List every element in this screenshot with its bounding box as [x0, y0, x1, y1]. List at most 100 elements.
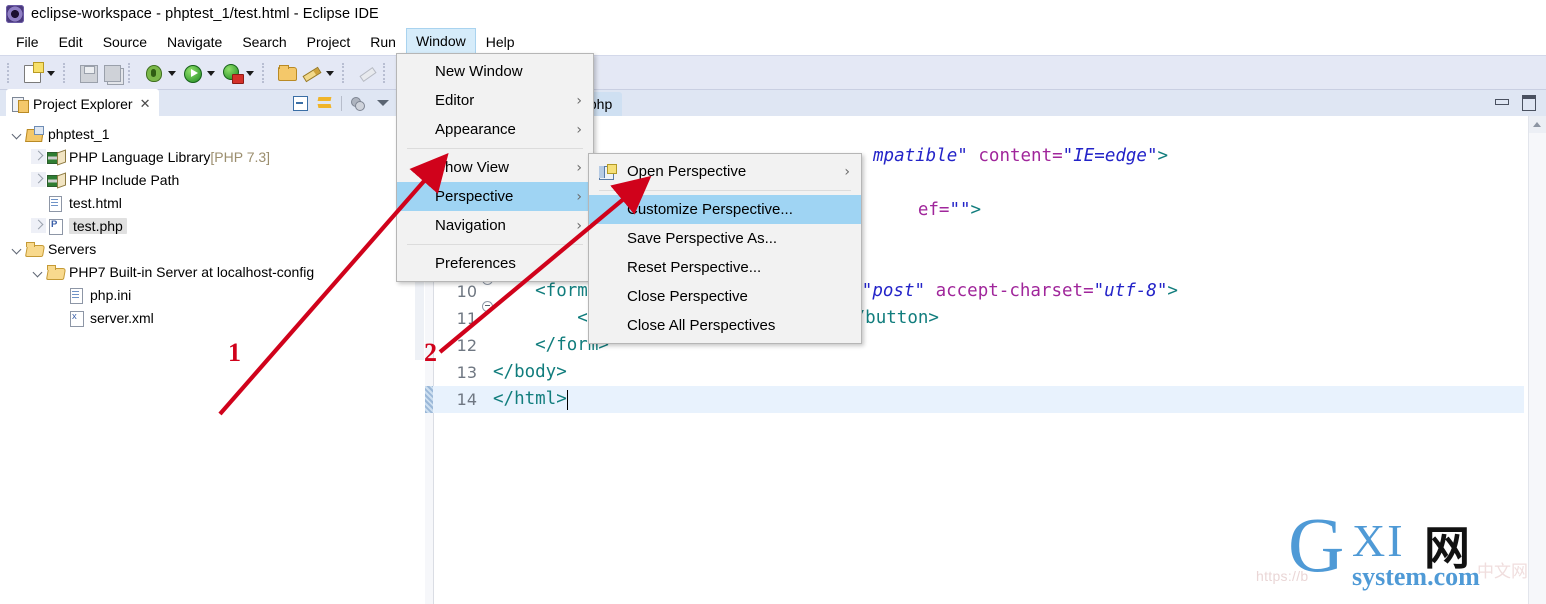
annotation-step-2: 2: [424, 338, 437, 367]
menu-item-save-perspective-as[interactable]: Save Perspective As...: [589, 224, 861, 253]
tree-item-php-include-path[interactable]: PHP Include Path: [10, 168, 425, 191]
project-explorer-view: Project Explorer ✕ phptest_1 PHP Languag…: [0, 89, 425, 604]
menu-item-perspective[interactable]: Perspective ›: [397, 182, 593, 211]
pencil-dropdown-arrow-icon[interactable]: [324, 62, 337, 84]
menu-project[interactable]: Project: [297, 28, 361, 55]
new-file-dropdown-arrow-icon[interactable]: [45, 62, 58, 84]
debug-dropdown-arrow-icon[interactable]: [166, 62, 179, 84]
menu-item-open-perspective[interactable]: Open Perspective ›: [589, 157, 861, 186]
menu-item-label: Navigation: [435, 217, 506, 234]
code-token: ": [957, 146, 979, 166]
tree-item-label: PHP7 Built-in Server at localhost-config: [69, 263, 315, 280]
menu-item-close-perspective[interactable]: Close Perspective: [589, 282, 861, 311]
code-token: ef=: [917, 200, 950, 220]
menu-item-label: New Window: [435, 63, 523, 80]
project-explorer-tab-label: Project Explorer: [33, 96, 133, 112]
chevron-down-icon[interactable]: [10, 241, 25, 256]
chevron-right-icon[interactable]: [31, 172, 46, 187]
tree-item-label: PHP Include Path: [69, 171, 180, 188]
tree-item-php-ini[interactable]: php.ini: [10, 283, 425, 306]
run-dropdown-arrow-icon[interactable]: [205, 62, 218, 84]
tree-item-server-xml[interactable]: server.xml: [10, 306, 425, 329]
line-number: 10: [456, 282, 477, 301]
tree-item-label: server.xml: [90, 309, 154, 326]
menu-item-editor[interactable]: Editor ›: [397, 86, 593, 115]
scroll-up-icon[interactable]: [1529, 116, 1546, 133]
toolbar-separator: [383, 62, 392, 83]
annotation-step-1: 1: [228, 338, 241, 367]
menu-item-preferences[interactable]: Preferences: [397, 249, 593, 278]
new-file-icon[interactable]: [21, 61, 44, 84]
project-explorer-icon: [12, 96, 29, 113]
menu-search[interactable]: Search: [232, 28, 296, 55]
code-line-current[interactable]: 14 </html>: [433, 386, 1524, 413]
run-external-dropdown-arrow-icon[interactable]: [244, 62, 257, 84]
code-token: "IE=edge": [1062, 146, 1158, 166]
debug-icon[interactable]: [142, 62, 164, 84]
open-folder-icon[interactable]: [276, 62, 298, 84]
menu-item-label: Customize Perspective...: [627, 201, 793, 218]
menu-item-new-window[interactable]: New Window: [397, 57, 593, 86]
tree-item-label: test.php: [69, 217, 127, 234]
menu-navigate[interactable]: Navigate: [157, 28, 232, 55]
folder-icon: [46, 263, 65, 280]
tree-item-servers[interactable]: Servers: [10, 237, 425, 260]
link-with-editor-icon[interactable]: [316, 94, 334, 112]
menu-separator: [407, 148, 583, 149]
menu-help[interactable]: Help: [476, 28, 525, 55]
code-token: </body>: [493, 362, 567, 382]
tree-item-test-html[interactable]: test.html: [10, 191, 425, 214]
view-filter-icon[interactable]: [349, 94, 367, 112]
menu-item-appearance[interactable]: Appearance ›: [397, 115, 593, 144]
collapse-all-icon[interactable]: [291, 94, 309, 112]
run-icon[interactable]: [181, 62, 203, 84]
tab-project-explorer[interactable]: Project Explorer ✕: [6, 89, 159, 117]
menu-source[interactable]: Source: [93, 28, 157, 55]
menu-run[interactable]: Run: [360, 28, 406, 55]
chevron-down-icon[interactable]: [10, 126, 25, 141]
code-token: accept-charset=: [935, 281, 1094, 301]
minimize-icon[interactable]: [1494, 94, 1509, 108]
menu-edit[interactable]: Edit: [49, 28, 93, 55]
menu-item-label: Close All Perspectives: [627, 317, 776, 334]
run-external-icon[interactable]: [220, 62, 244, 84]
save-all-icon[interactable]: [101, 62, 123, 84]
menu-item-navigation[interactable]: Navigation ›: [397, 211, 593, 240]
tree-item-test-php[interactable]: test.php: [10, 214, 425, 237]
menu-item-show-view[interactable]: Show View ›: [397, 153, 593, 182]
chevron-right-icon[interactable]: [31, 218, 46, 233]
menu-item-customize-perspective[interactable]: Customize Perspective...: [589, 195, 861, 224]
menu-item-label: Close Perspective: [627, 288, 748, 305]
ruler-icon[interactable]: [356, 62, 378, 84]
tree-item-php7-server[interactable]: PHP7 Built-in Server at localhost-config: [10, 260, 425, 283]
close-icon[interactable]: ✕: [140, 97, 151, 112]
toolbar-separator: [342, 62, 351, 83]
chevron-right-icon[interactable]: [31, 149, 46, 164]
maximize-icon[interactable]: [1521, 94, 1536, 111]
view-menu-icon[interactable]: [374, 94, 392, 112]
toolbar-separator: [63, 62, 72, 83]
menu-window[interactable]: Window: [405, 28, 476, 55]
toolbar-separator: [7, 62, 16, 83]
code-token: content=: [978, 146, 1063, 166]
edit-pencil-icon[interactable]: [300, 62, 322, 84]
menu-item-close-all-perspectives[interactable]: Close All Perspectives: [589, 311, 861, 340]
editor-scrollbar[interactable]: [1528, 116, 1546, 604]
menu-item-reset-perspective[interactable]: Reset Perspective...: [589, 253, 861, 282]
perspective-submenu[interactable]: Open Perspective › Customize Perspective…: [588, 153, 862, 344]
window-menu-dropdown[interactable]: New Window Editor › Appearance › Show View…: [396, 53, 594, 282]
chevron-down-icon[interactable]: [31, 264, 46, 279]
code-line[interactable]: 4 html>: [433, 116, 1524, 143]
tree-item-phptest_1[interactable]: phptest_1: [10, 122, 425, 145]
project-tree: phptest_1 PHP Language Library [PHP 7.3]…: [0, 116, 425, 329]
menu-item-label: Save Perspective As...: [627, 230, 778, 247]
chevron-right-icon: ›: [576, 159, 582, 176]
chevron-right-icon: ›: [844, 163, 850, 180]
menu-file[interactable]: File: [6, 28, 49, 55]
tree-item-label: test.html: [69, 194, 122, 211]
save-icon[interactable]: [77, 62, 99, 84]
tree-item-php-language-library[interactable]: PHP Language Library [PHP 7.3]: [10, 145, 425, 168]
window-title: eclipse-workspace - phptest_1/test.html …: [31, 6, 379, 22]
editor-window-controls: [1494, 94, 1536, 111]
code-line[interactable]: 13 </body>: [433, 359, 1524, 386]
